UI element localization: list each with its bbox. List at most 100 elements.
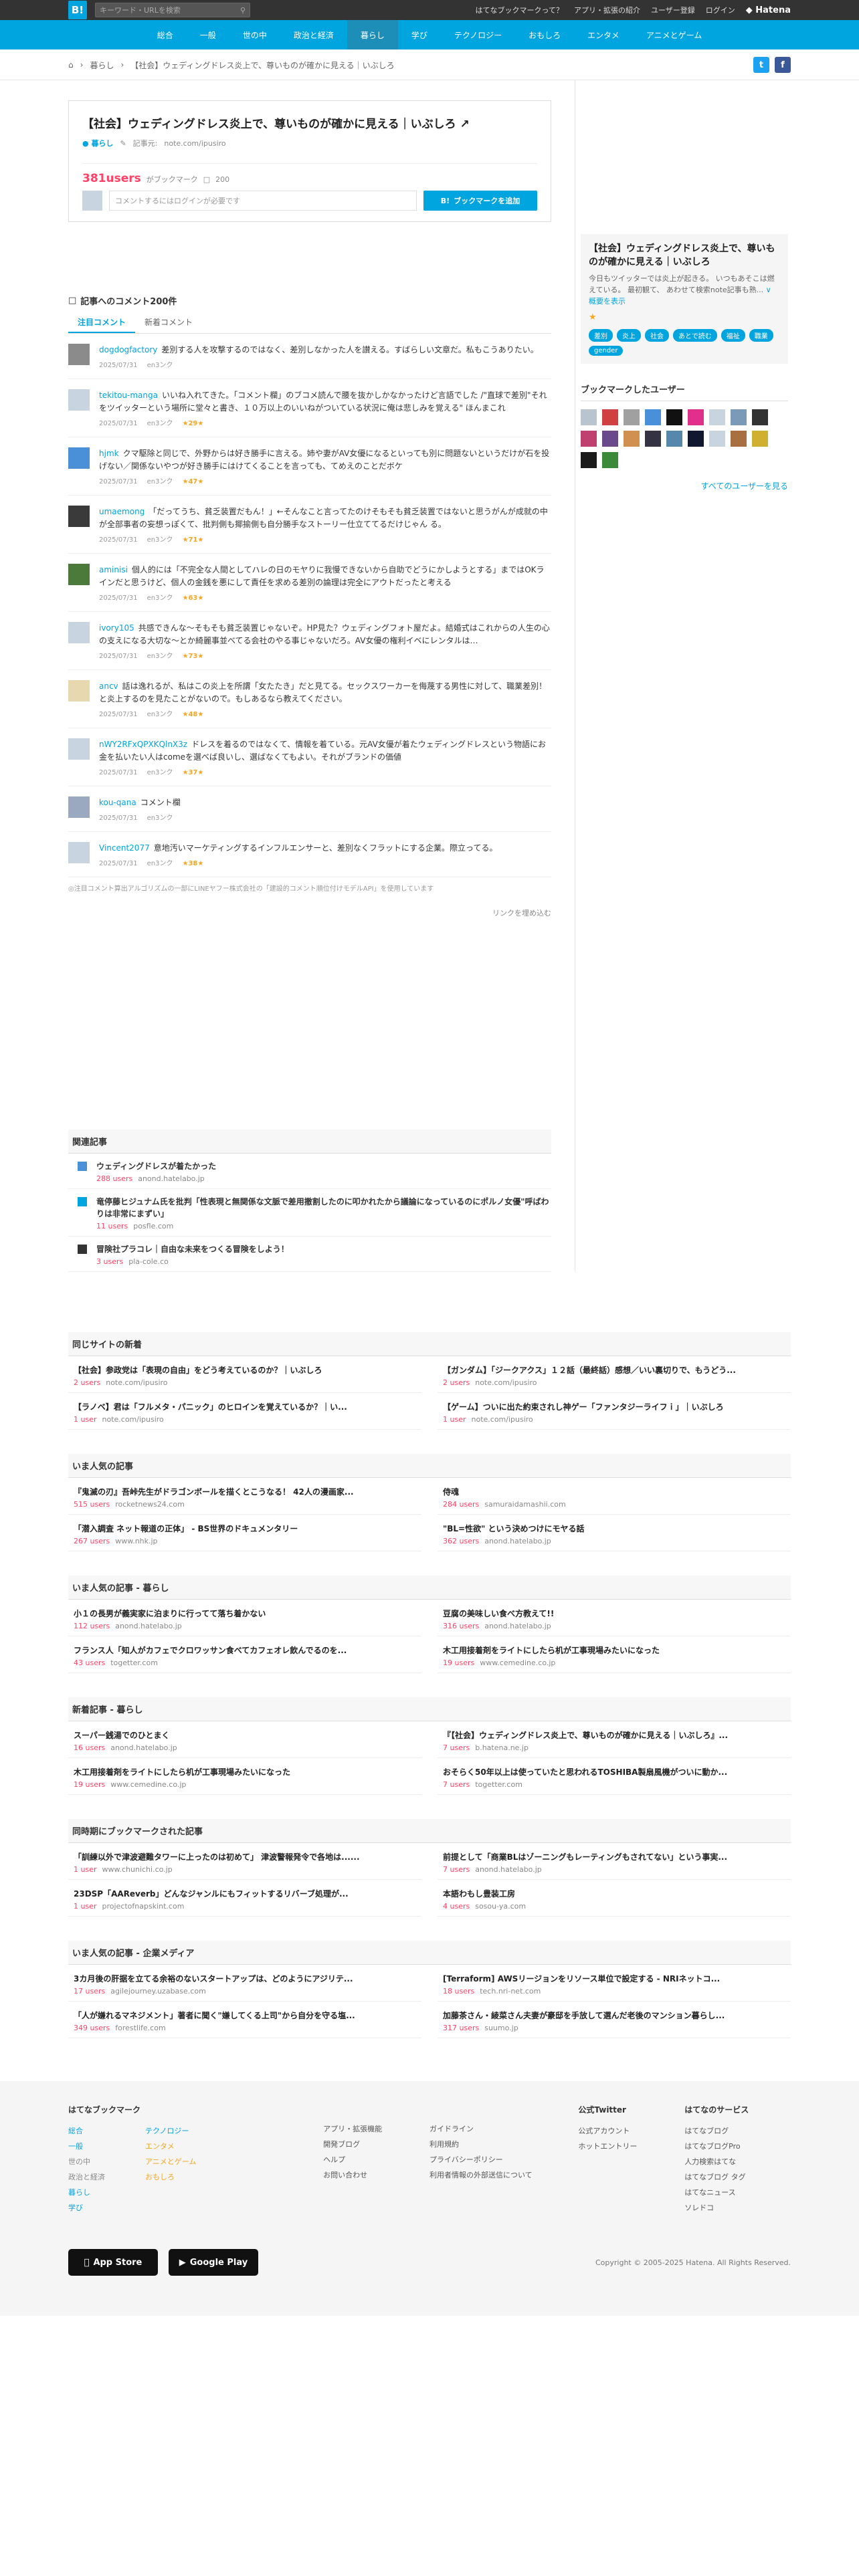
footer-link[interactable]: はてなブログPro [684, 2139, 791, 2154]
footer-link[interactable]: ヘルプ [323, 2152, 430, 2167]
article-item[interactable]: おそらく50年以上は使っていたと思われるTOSHIBA製扇風機がついに動か...… [438, 1758, 791, 1795]
article-item[interactable]: 加藤茶さん・綾菜さん夫妻が豪邸を手放して選んだ老後のマンション暮らし... 317… [438, 2002, 791, 2038]
category-tab[interactable]: エンタメ [574, 20, 633, 49]
article-item[interactable]: 3カ月後の肝据を立てる余裕のないスタートアップは、どのようにアジリテ... 17 … [68, 1965, 421, 2002]
category-tab[interactable]: 一般 [187, 20, 229, 49]
comment-user[interactable]: tekitou-manga [99, 391, 158, 400]
footer-link[interactable]: お問い合わせ [323, 2167, 430, 2183]
user-avatar[interactable] [645, 431, 661, 447]
related-users[interactable]: 3 users [96, 1257, 123, 1266]
comment-link[interactable]: en3ンク [147, 359, 173, 372]
app-store-badge[interactable]:  App Store [68, 2249, 158, 2276]
user-avatar[interactable] [68, 564, 90, 585]
comment-user[interactable]: ivory105 [99, 623, 134, 633]
article-item[interactable]: 『鬼滅の刃』吾峠先生がドラゴンボールを描くとこうなる！ 42人の漫画家... 51… [68, 1478, 421, 1515]
comment-link[interactable]: en3ンク [147, 650, 173, 663]
comment-user[interactable]: hjmk [99, 449, 119, 458]
related-title[interactable]: ウェディングドレスが着たかった [96, 1160, 216, 1172]
article-users[interactable]: 1 user [74, 1415, 97, 1424]
article-domain[interactable]: agilejourney.uzabase.com [110, 1987, 206, 1996]
user-avatar[interactable] [581, 431, 597, 447]
related-item[interactable]: 冒険社プラコレ｜自由な未来をつくる冒険をしよう！ 3 users pla-cole.… [68, 1237, 551, 1272]
footer-link[interactable]: 利用規約 [430, 2137, 578, 2152]
article-title[interactable]: 木工用接着剤をライトにしたら机が工事現場みたいになった [443, 1644, 785, 1656]
category-tab[interactable]: 総合 [144, 20, 187, 49]
comment-link[interactable]: en3ンク [147, 857, 173, 870]
footer-link[interactable]: おもしろ [145, 2169, 196, 2185]
footer-link[interactable]: プライバシーポリシー [430, 2152, 578, 2167]
breadcrumb-section[interactable]: 暮らし [90, 60, 114, 71]
comment-link[interactable]: en3ンク [147, 475, 173, 488]
facebook-icon[interactable]: f [775, 57, 791, 73]
article-title[interactable]: 前提として「商業BLはゾーニングもレーティングもされてない」という事実... [443, 1851, 785, 1862]
article-domain[interactable]: togetter.com [110, 1658, 158, 1667]
comment-user[interactable]: ancv [99, 681, 118, 691]
article-domain[interactable]: note.com/ipusiro [475, 1378, 537, 1387]
star-icon[interactable]: ★ [589, 312, 780, 322]
article-users[interactable]: 1 user [443, 1415, 466, 1424]
user-avatar[interactable] [731, 409, 747, 425]
article-item[interactable]: 侍魂 284 users samuraidamashii.com [438, 1478, 791, 1515]
article-domain[interactable]: projectofnapskint.com [102, 1902, 185, 1911]
article-title[interactable]: 『【社会】ウェディングドレス炎上で、尊いものが確かに見える｜いぶしろ』... [443, 1729, 785, 1741]
user-avatar[interactable] [581, 409, 597, 425]
article-title[interactable]: フランス人「知人がカフェでクロワッサン食べてカフェオレ飲んでるのを... [74, 1644, 416, 1656]
footer-link[interactable]: アニメとゲーム [145, 2154, 196, 2169]
user-avatar[interactable] [68, 344, 90, 365]
related-title[interactable]: 冒険社プラコレ｜自由な未来をつくる冒険をしよう！ [96, 1243, 289, 1255]
hatena-bookmark-logo[interactable]: B! [68, 1, 87, 19]
article-item[interactable]: 【ガンダム】「ジークアクス」１２話（最終話）感想／いい裏切りで、もうどう... 2… [438, 1356, 791, 1393]
article-users[interactable]: 2 users [443, 1378, 470, 1387]
article-title[interactable]: 小１の長男が義実家に泊まりに行ってて落ち着かない [74, 1608, 416, 1619]
comment-link[interactable]: en3ンク [147, 417, 173, 430]
about-link[interactable]: はてなブックマークって？ [476, 5, 563, 15]
article-users[interactable]: 112 users [74, 1622, 110, 1630]
article-users[interactable]: 284 users [443, 1500, 479, 1509]
comment-user[interactable]: Vincent2077 [99, 843, 150, 853]
external-link-icon[interactable]: ↗ [460, 118, 470, 131]
article-title[interactable]: 【ラノベ】君は「フルメタ・パニック」のヒロインを覚えているか？｜い... [74, 1401, 416, 1412]
category-tab[interactable]: 政治と経済 [280, 20, 347, 49]
related-title[interactable]: 竜停藤ヒジュナム氏を批判「性表現と無関係な文脈で差用撤割したのに叩かれたから議論… [96, 1196, 551, 1220]
footer-link[interactable]: ホットエントリー [578, 2139, 684, 2154]
user-avatar[interactable] [666, 409, 682, 425]
tag-chip[interactable]: 差別 [589, 329, 613, 342]
login-link[interactable]: ログイン [706, 5, 735, 15]
embed-link[interactable]: リンクを埋め込む [68, 907, 551, 918]
user-avatar[interactable] [602, 452, 618, 468]
related-domain[interactable]: anond.hatelabo.jp [138, 1174, 205, 1183]
article-title[interactable]: スーパー銭湯でのひとまく [74, 1729, 416, 1741]
comment-link[interactable]: en3ンク [147, 592, 173, 605]
comment-user[interactable]: nWY2RFxQPXKQlnX3z [99, 740, 187, 749]
footer-link[interactable]: アプリ・拡張機能 [323, 2121, 430, 2137]
article-users[interactable]: 43 users [74, 1658, 105, 1667]
article-item[interactable]: 豆腐の美味しい食べ方教えて!! 316 users anond.hatelabo.j… [438, 1600, 791, 1636]
article-domain[interactable]: anond.hatelabo.jp [115, 1622, 182, 1630]
article-title[interactable]: 木工用接着剤をライトにしたら机が工事現場みたいになった [74, 1766, 416, 1778]
footer-link[interactable]: 政治と経済 [68, 2169, 105, 2185]
article-item[interactable]: スーパー銭湯でのひとまく 16 users anond.hatelabo.jp [68, 1721, 421, 1758]
user-avatar[interactable] [752, 409, 768, 425]
footer-link[interactable]: 人力検索はてな [684, 2154, 791, 2169]
article-users[interactable]: 19 users [443, 1658, 474, 1667]
article-title[interactable]: [Terraform] AWSリージョンをリソース単位で設定する - NRIネッ… [443, 1973, 785, 1984]
article-item[interactable]: 木工用接着剤をライトにしたら机が工事現場みたいになった 19 users www.c… [438, 1636, 791, 1673]
user-avatar[interactable] [666, 431, 682, 447]
footer-link[interactable]: 総合 [68, 2123, 105, 2139]
article-item[interactable]: 「潜入調査 ネット報道の正体」 - BS世界のドキュメンタリー 267 users… [68, 1515, 421, 1551]
category-tab[interactable]: 学び [398, 20, 441, 49]
article-title[interactable]: "BL=性欲" という決めつけにモヤる話 [443, 1523, 785, 1534]
user-avatar[interactable] [68, 389, 90, 411]
footer-link[interactable]: はてなブログ タグ [684, 2169, 791, 2185]
user-avatar[interactable] [624, 409, 640, 425]
article-item[interactable]: 小１の長男が義実家に泊まりに行ってて落ち着かない 112 users anond.h… [68, 1600, 421, 1636]
article-users[interactable]: 515 users [74, 1500, 110, 1509]
article-item[interactable]: [Terraform] AWSリージョンをリソース単位で設定する - NRIネッ… [438, 1965, 791, 2002]
related-item[interactable]: 竜停藤ヒジュナム氏を批判「性表現と無関係な文脈で差用撤割したのに叩かれたから議論… [68, 1189, 551, 1237]
article-item[interactable]: 【社会】参政党は「表現の自由」をどう考えているのか？｜いぶしろ 2 users no… [68, 1356, 421, 1393]
article-domain[interactable]: togetter.com [475, 1780, 522, 1789]
user-avatar[interactable] [752, 431, 768, 447]
article-item[interactable]: "BL=性欲" という決めつけにモヤる話 362 users anond.hatel… [438, 1515, 791, 1551]
source-domain[interactable]: note.com/ipusiro [164, 139, 225, 148]
entry-title[interactable]: 【社会】ウェディングドレス炎上で、尊いものが確かに見える｜いぶしろ ↗ [82, 116, 537, 134]
